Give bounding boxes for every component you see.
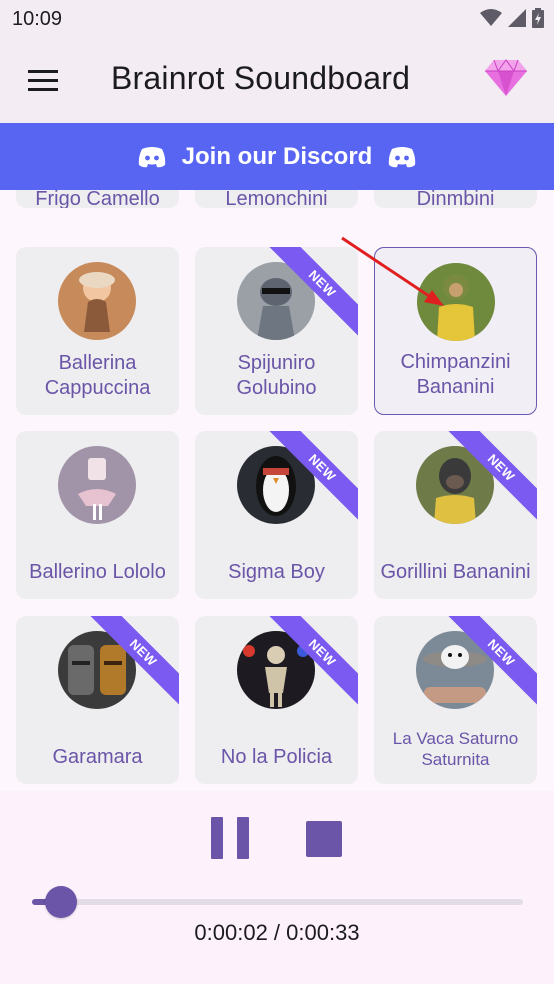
diamond-icon	[485, 59, 527, 96]
app-title: Brainrot Soundboard	[111, 60, 411, 96]
wifi-icon	[480, 9, 502, 26]
time-readout: 0:00:02 / 0:00:33	[194, 920, 360, 945]
discord-icon	[389, 146, 416, 167]
status-icons	[480, 8, 544, 28]
hamburger-menu-icon	[28, 70, 58, 91]
annotation-arrow-icon	[341, 236, 444, 306]
seek-thumb[interactable]	[45, 886, 78, 918]
app-bar: Brainrot Soundboard	[0, 38, 554, 123]
menu-button[interactable]	[22, 64, 62, 98]
premium-button[interactable]	[484, 58, 528, 102]
battery-icon	[532, 8, 544, 28]
discord-icon	[138, 146, 165, 167]
sound-grid: Frigo Camello Lemonchini Dinmbini Baller…	[0, 190, 554, 791]
discord-banner[interactable]: Join our Discord	[0, 123, 554, 190]
discord-label: Join our Discord	[181, 142, 373, 170]
audio-player: 0:00:02 / 0:00:33	[0, 791, 554, 984]
status-bar: 10:09	[0, 0, 554, 38]
signal-icon	[508, 9, 526, 27]
status-time: 10:09	[12, 8, 63, 30]
pause-icon	[211, 817, 223, 859]
stop-button[interactable]	[306, 821, 342, 857]
pause-button[interactable]	[211, 817, 249, 859]
pause-icon	[237, 817, 249, 859]
seek-track[interactable]	[32, 899, 523, 905]
